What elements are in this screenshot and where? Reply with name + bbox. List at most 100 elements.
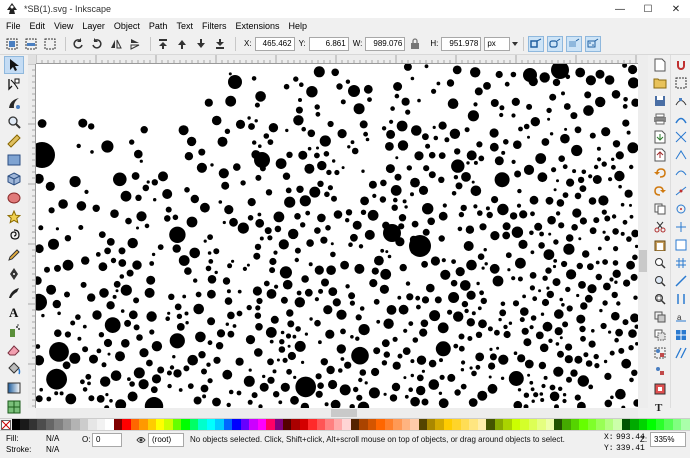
dot-shape[interactable]	[478, 155, 485, 162]
dot-shape[interactable]	[545, 196, 554, 205]
rotate-cw-button[interactable]	[89, 36, 105, 52]
dot-shape[interactable]	[340, 260, 349, 270]
dot-shape[interactable]	[488, 375, 492, 379]
dot-shape[interactable]	[133, 367, 145, 379]
dot-shape[interactable]	[107, 352, 111, 356]
dot-shape[interactable]	[286, 151, 293, 158]
dot-shape[interactable]	[129, 139, 135, 145]
dot-shape[interactable]	[385, 250, 389, 254]
dot-shape[interactable]	[153, 198, 157, 202]
dot-shape[interactable]	[54, 391, 59, 396]
dot-shape[interactable]	[411, 125, 422, 136]
dot-shape[interactable]	[263, 280, 270, 287]
spiral-tool-button[interactable]	[4, 227, 24, 245]
dot-shape[interactable]	[363, 84, 373, 94]
dot-shape[interactable]	[533, 392, 539, 398]
dot-shape[interactable]	[475, 364, 481, 370]
dot-shape[interactable]	[595, 273, 602, 281]
paste-button[interactable]	[653, 238, 667, 252]
dot-shape[interactable]	[541, 138, 550, 146]
dot-shape[interactable]	[615, 328, 623, 337]
dot-shape[interactable]	[414, 151, 424, 161]
dot-shape[interactable]	[265, 189, 273, 196]
dot-shape[interactable]	[408, 321, 414, 326]
layer-select[interactable]: (root)	[148, 433, 184, 447]
measure-tool-button[interactable]	[4, 132, 24, 150]
dot-shape[interactable]	[125, 217, 132, 225]
import-button[interactable]	[653, 130, 667, 144]
color-swatch[interactable]	[604, 419, 614, 430]
dot-shape[interactable]	[399, 263, 407, 272]
dot-shape[interactable]	[599, 308, 603, 313]
dot-shape[interactable]	[531, 399, 535, 403]
dot-shape[interactable]	[207, 289, 216, 299]
dot-shape[interactable]	[118, 259, 127, 267]
dot-shape[interactable]	[611, 157, 615, 161]
dot-shape[interactable]	[477, 253, 485, 260]
dot-shape[interactable]	[438, 152, 446, 159]
dot-shape[interactable]	[408, 387, 414, 393]
dot-shape[interactable]	[150, 386, 158, 394]
dot-shape[interactable]	[488, 362, 496, 370]
menu-path[interactable]: Path	[149, 21, 168, 31]
dot-shape[interactable]	[566, 376, 572, 383]
dot-shape[interactable]	[167, 311, 171, 315]
dot-shape[interactable]	[615, 151, 624, 160]
dot-shape[interactable]	[333, 210, 343, 219]
opacity-field[interactable]: 0	[92, 433, 122, 447]
dot-shape[interactable]	[614, 280, 618, 284]
dot-shape[interactable]	[133, 324, 140, 331]
dot-shape[interactable]	[136, 211, 147, 222]
dot-shape[interactable]	[169, 365, 175, 370]
dot-shape[interactable]	[572, 169, 577, 174]
horizontal-scroll-thumb[interactable]	[331, 409, 357, 417]
dot-shape[interactable]	[608, 330, 612, 334]
dot-shape[interactable]	[167, 383, 172, 389]
dot-shape[interactable]	[426, 283, 435, 293]
dot-shape[interactable]	[489, 263, 500, 274]
dot-shape[interactable]	[541, 383, 546, 389]
dot-shape[interactable]	[503, 324, 508, 330]
dot-shape[interactable]	[571, 224, 578, 231]
dot-shape[interactable]	[519, 210, 528, 219]
dot-shape[interactable]	[458, 211, 465, 218]
dot-shape[interactable]	[440, 269, 451, 280]
dot-shape[interactable]	[575, 67, 586, 78]
dot-shape[interactable]	[593, 164, 599, 170]
dot-shape[interactable]	[207, 340, 213, 346]
dot-shape[interactable]	[501, 150, 506, 155]
dot-shape[interactable]	[126, 269, 134, 277]
dot-shape[interactable]	[64, 331, 71, 338]
color-swatch[interactable]	[249, 419, 258, 430]
dot-shape[interactable]	[359, 120, 368, 129]
snap-nodes-button[interactable]	[674, 94, 688, 108]
drawing-canvas[interactable]	[36, 64, 638, 408]
dot-shape[interactable]	[314, 227, 321, 234]
dot-shape[interactable]	[622, 219, 628, 225]
dot-shape[interactable]	[207, 317, 216, 326]
dot-shape[interactable]	[505, 252, 512, 259]
dot-shape[interactable]	[187, 354, 198, 366]
dot-shape[interactable]	[561, 303, 565, 307]
dot-shape[interactable]	[613, 246, 619, 252]
dot-shape[interactable]	[629, 203, 632, 207]
dot-shape[interactable]	[266, 289, 277, 299]
color-swatch[interactable]	[88, 419, 97, 430]
raise-button[interactable]	[174, 36, 190, 52]
dot-shape[interactable]	[620, 202, 625, 207]
dot-shape[interactable]	[222, 369, 233, 380]
dot-shape[interactable]	[157, 244, 164, 251]
dot-shape[interactable]	[546, 107, 552, 114]
dot-shape[interactable]	[431, 88, 437, 94]
dot-shape[interactable]	[85, 373, 92, 380]
dot-shape[interactable]	[95, 252, 101, 257]
color-swatch[interactable]	[570, 419, 580, 430]
dot-shape[interactable]	[549, 384, 556, 391]
dot-shape[interactable]	[218, 168, 229, 179]
dot-shape[interactable]	[618, 347, 625, 354]
dot-shape[interactable]	[498, 317, 502, 322]
dot-shape[interactable]	[516, 203, 522, 208]
dot-shape[interactable]	[195, 291, 202, 298]
dot-shape[interactable]	[353, 103, 365, 115]
dot-shape[interactable]	[236, 310, 243, 317]
